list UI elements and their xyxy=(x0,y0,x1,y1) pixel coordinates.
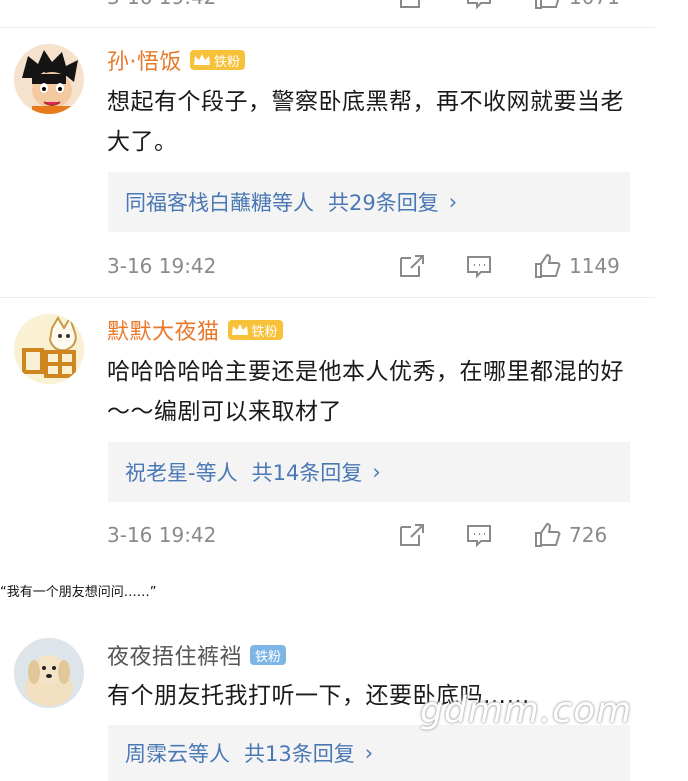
like-icon[interactable] xyxy=(533,0,561,11)
crown-icon xyxy=(231,324,248,335)
avatar[interactable] xyxy=(14,314,84,384)
username[interactable]: 夜夜捂住裤裆 xyxy=(107,639,242,671)
top-meta-row: 3-16 19:42 1071 xyxy=(107,0,629,12)
reply-summary[interactable]: 祝老星- 等人 共14条回复 › xyxy=(108,442,630,502)
comment-meta: 3-16 19:42 1149 xyxy=(107,251,629,281)
crown-icon xyxy=(194,54,210,65)
avatar-image xyxy=(14,638,84,708)
caption-text: “我有一个朋友想问问……” xyxy=(0,585,157,600)
comment-icon[interactable] xyxy=(465,0,493,11)
reply-names[interactable]: 同福客栈白蘸糖 xyxy=(125,187,272,217)
comment-text: 想起有个段子，警察卧底黑帮，再不收网就要当老大了。 xyxy=(107,89,624,155)
watermark: gdmm.com xyxy=(420,690,633,731)
badge-label: 铁粉 xyxy=(214,54,241,70)
reply-count[interactable]: 共14条回复 xyxy=(252,457,363,487)
reply-names[interactable]: 祝老星- xyxy=(125,457,196,487)
comment-icon[interactable] xyxy=(465,252,493,280)
reply-summary[interactable]: 同福客栈白蘸糖 等人 共29条回复 › xyxy=(108,172,630,232)
reply-count[interactable]: 共29条回复 xyxy=(328,187,439,217)
username[interactable]: 孙·悟饭 xyxy=(107,44,182,76)
comment-icon[interactable] xyxy=(465,521,493,549)
comment-meta: 3-16 19:42 726 xyxy=(107,520,629,550)
user-row: 默默大夜猫 铁粉 xyxy=(107,315,283,345)
reply-count[interactable]: 共13条回复 xyxy=(244,738,355,768)
reply-names[interactable]: 周霂云 xyxy=(125,738,188,768)
fan-badge: 铁粉 xyxy=(227,320,283,340)
like-icon[interactable] xyxy=(533,521,561,549)
fan-badge: 铁粉 xyxy=(190,50,246,70)
forward-icon[interactable] xyxy=(397,0,425,11)
like-count: 726 xyxy=(569,523,608,547)
comment-item: 孙·悟饭 铁粉 想起有个段子，警察卧底黑帮，再不收网就要当老大了。 同福客栈白蘸… xyxy=(0,40,655,295)
timestamp: 3-16 19:42 xyxy=(107,254,217,278)
like-icon[interactable] xyxy=(533,252,561,280)
avatar[interactable] xyxy=(14,638,84,708)
badge-label: 铁粉 xyxy=(255,649,282,665)
divider xyxy=(0,297,655,298)
reply-summary[interactable]: 周霂云 等人 共13条回复 › xyxy=(108,725,630,781)
forward-icon[interactable] xyxy=(397,521,425,549)
fan-badge: 铁粉 xyxy=(250,645,287,665)
avatar-image xyxy=(14,44,84,114)
timestamp: 3-16 19:42 xyxy=(107,523,217,547)
user-row: 夜夜捂住裤裆 铁粉 xyxy=(107,639,287,671)
reply-suffix: 等人 xyxy=(195,461,238,485)
chevron-right-icon: › xyxy=(372,460,381,484)
forward-icon[interactable] xyxy=(397,252,425,280)
user-row: 孙·悟饭 铁粉 xyxy=(107,44,246,76)
comment-text: 哈哈哈哈哈主要还是他本人优秀，在哪里都混的好～～编剧可以来取材了 xyxy=(107,359,624,425)
avatar[interactable] xyxy=(14,44,84,114)
comment-item: 默默大夜猫 铁粉 哈哈哈哈哈主要还是他本人优秀，在哪里都混的好～～编剧可以来取材… xyxy=(0,310,655,555)
like-count: 1149 xyxy=(569,254,620,278)
comment-panel-1: 3-16 19:42 1071 孙·悟饭 铁粉 xyxy=(0,0,655,557)
reply-suffix: 等人 xyxy=(188,742,230,766)
chevron-right-icon: › xyxy=(448,190,458,214)
reply-suffix: 等人 xyxy=(272,191,314,215)
like-count: 1071 xyxy=(569,0,629,9)
chevron-right-icon: › xyxy=(364,741,374,765)
avatar-image xyxy=(14,314,84,384)
divider xyxy=(0,27,655,28)
username[interactable]: 默默大夜猫 xyxy=(107,314,220,346)
timestamp: 3-16 19:42 xyxy=(107,0,357,9)
badge-label: 铁粉 xyxy=(251,324,278,340)
